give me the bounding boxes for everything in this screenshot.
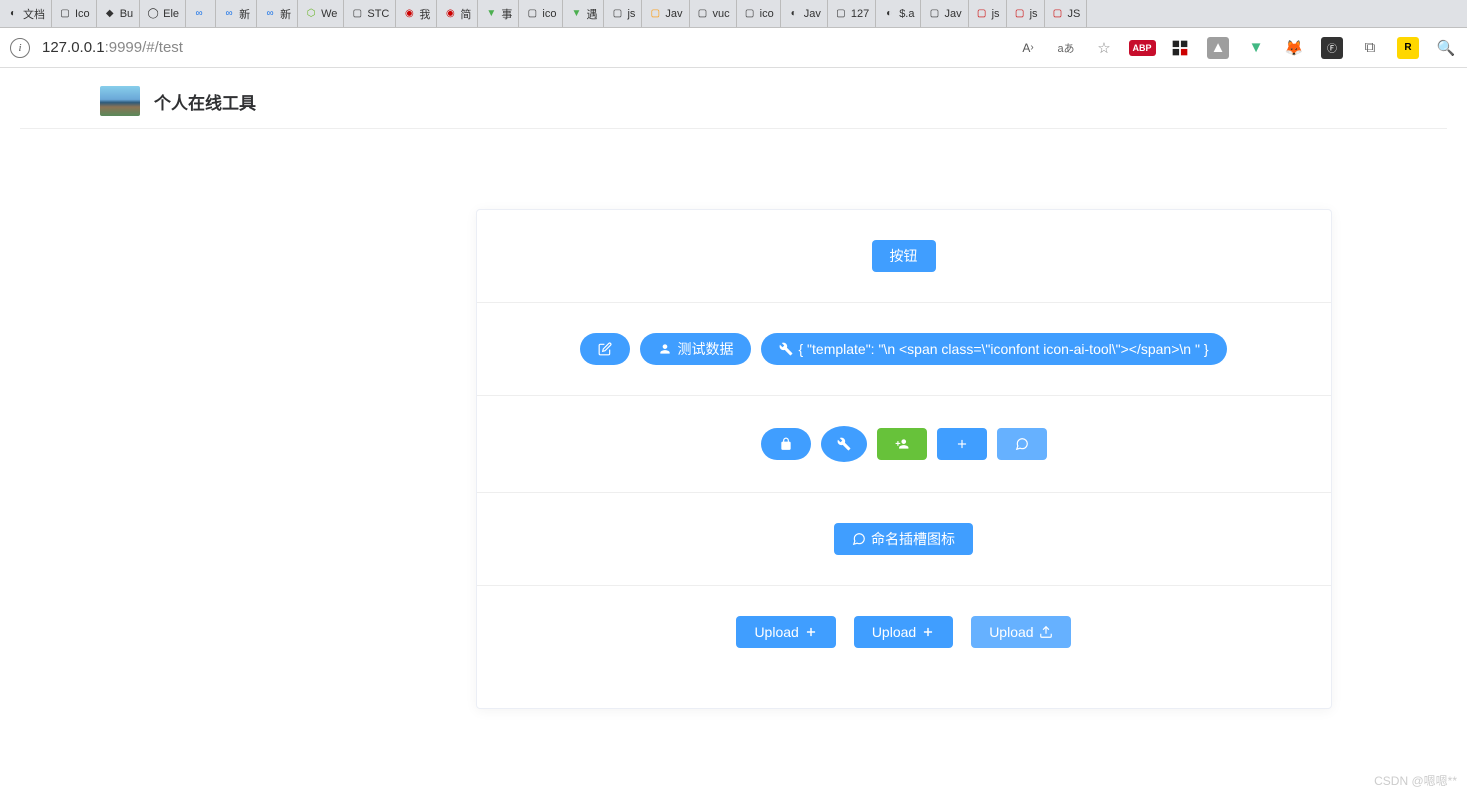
abp-extension-icon[interactable]: ABP <box>1131 37 1153 59</box>
content-card: 按钮 测试数据 { "template": "\n <span class=\"… <box>476 209 1332 709</box>
edit-icon <box>598 342 612 356</box>
browser-tab[interactable]: ▢Ico <box>52 0 97 27</box>
named-slot-button[interactable]: 命名插槽图标 <box>834 523 973 555</box>
section-icon-buttons <box>477 396 1331 493</box>
tools-icon <box>837 437 851 451</box>
upload-button-2[interactable]: Upload <box>854 616 953 648</box>
user-icon <box>658 342 672 356</box>
browser-tab[interactable]: ∞ <box>186 0 216 27</box>
chat-icon <box>852 532 866 546</box>
template-button[interactable]: { "template": "\n <span class=\"iconfont… <box>761 333 1226 365</box>
toolbar-icons: A› aあ ☆ ABP ▲ ▼ 🦊 Ⓕ ⧉ R 🔍 <box>1017 37 1457 59</box>
lock-icon <box>779 437 793 451</box>
chat-icon <box>1015 437 1029 451</box>
upload-icon <box>1039 625 1053 639</box>
section-basic-button: 按钮 <box>477 210 1331 303</box>
section-upload-buttons: Upload Upload Upload <box>477 586 1331 708</box>
tools-button[interactable] <box>821 426 867 462</box>
browser-tabs: ◐文档 ▢Ico ◆Bu ◯Ele ∞ ∞新 ∞新 ⬡We ▢STC ◉我 ◉简… <box>0 0 1467 28</box>
basic-button[interactable]: 按钮 <box>872 240 936 272</box>
plus-button[interactable] <box>937 428 987 460</box>
browser-tab[interactable]: ▢js <box>969 0 1007 27</box>
upload-button-1[interactable]: Upload <box>736 616 835 648</box>
section-round-buttons: 测试数据 { "template": "\n <span class=\"ico… <box>477 303 1331 396</box>
test-data-button[interactable]: 测试数据 <box>640 333 751 365</box>
edit-button[interactable] <box>580 333 630 365</box>
user-add-icon <box>895 437 909 451</box>
browser-tab[interactable]: ⬡We <box>298 0 344 27</box>
extension-icon[interactable] <box>1169 37 1191 59</box>
extension-icon[interactable]: Ⓕ <box>1321 37 1343 59</box>
browser-tab[interactable]: ▼事 <box>478 0 519 27</box>
browser-tab[interactable]: ◆Bu <box>97 0 140 27</box>
user-add-button[interactable] <box>877 428 927 460</box>
extension-icon[interactable]: 🦊 <box>1283 37 1305 59</box>
upload-button-3[interactable]: Upload <box>971 616 1070 648</box>
browser-tab[interactable]: ◐文档 <box>0 0 52 27</box>
url-display[interactable]: 127.0.0.1:9999/#/test <box>42 39 1017 56</box>
browser-tab[interactable]: ▼遇 <box>563 0 604 27</box>
plus-icon <box>955 437 969 451</box>
browser-tab[interactable]: ∞新 <box>216 0 257 27</box>
page-header: 个人在线工具 <box>20 78 1447 129</box>
browser-tab[interactable]: ▢ico <box>519 0 563 27</box>
section-named-slot: 命名插槽图标 <box>477 493 1331 586</box>
lock-button[interactable] <box>761 428 811 460</box>
browser-tab[interactable]: ◉我 <box>396 0 437 27</box>
extension-icon[interactable]: R <box>1397 37 1419 59</box>
read-aloud-icon[interactable]: A› <box>1017 37 1039 59</box>
browser-tab[interactable]: ▢js <box>604 0 642 27</box>
browser-tab[interactable]: ▢ico <box>737 0 781 27</box>
browser-tab[interactable]: ∞新 <box>257 0 298 27</box>
plus-icon <box>804 625 818 639</box>
browser-tab[interactable]: ▢Jav <box>642 0 689 27</box>
translate-icon[interactable]: aあ <box>1055 37 1077 59</box>
watermark: CSDN @嗯嗯** <box>1374 772 1457 789</box>
collections-icon[interactable]: ⧉ <box>1359 37 1381 59</box>
browser-tab[interactable]: ▢vuc <box>690 0 737 27</box>
site-info-icon[interactable]: i <box>10 38 30 58</box>
extension-icon[interactable]: 🔍 <box>1435 37 1457 59</box>
browser-tab[interactable]: ▢Jav <box>921 0 968 27</box>
plus-icon <box>921 625 935 639</box>
browser-tab[interactable]: ◉简 <box>437 0 478 27</box>
browser-tab[interactable]: ▢127 <box>828 0 876 27</box>
browser-tab[interactable]: ▢js <box>1007 0 1045 27</box>
browser-tab[interactable]: ▢STC <box>344 0 396 27</box>
page-title: 个人在线工具 <box>154 89 256 114</box>
favorites-icon[interactable]: ☆ <box>1093 37 1115 59</box>
chat-button[interactable] <box>997 428 1047 460</box>
site-logo <box>100 86 140 116</box>
vue-devtools-icon[interactable]: ▼ <box>1245 37 1267 59</box>
browser-tab[interactable]: ◐$.a <box>876 0 921 27</box>
page-body: 个人在线工具 按钮 测试数据 <box>0 68 1467 793</box>
browser-tab[interactable]: ◐Jav <box>781 0 828 27</box>
tools-icon <box>779 342 793 356</box>
extension-icon[interactable]: ▲ <box>1207 37 1229 59</box>
address-bar: i 127.0.0.1:9999/#/test A› aあ ☆ ABP ▲ ▼ … <box>0 28 1467 68</box>
browser-tab[interactable]: ▢JS <box>1045 0 1088 27</box>
browser-tab[interactable]: ◯Ele <box>140 0 186 27</box>
